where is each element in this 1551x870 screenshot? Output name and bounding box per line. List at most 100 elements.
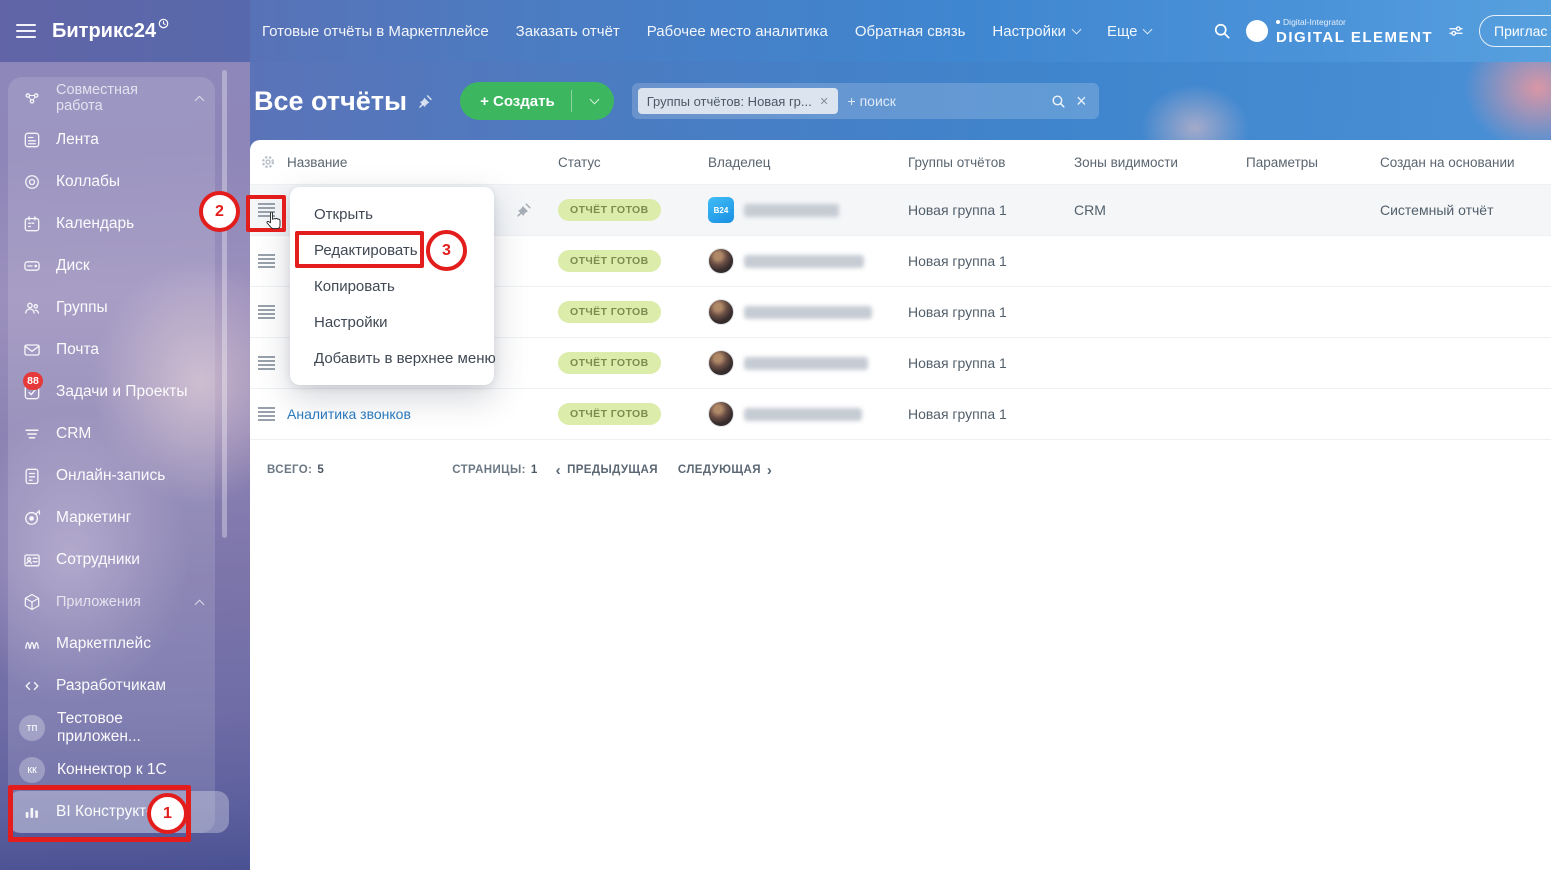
topbar-right: Digital-Integrator DIGITAL ELEMENT Пригл…	[1212, 15, 1551, 47]
status-badge: ОТЧЁТ ГОТОВ	[558, 250, 661, 272]
context-menu-copy[interactable]: Копировать	[290, 268, 494, 304]
annotation-step3: 3	[426, 230, 467, 271]
avatar	[708, 299, 734, 325]
sidebar-item-tasks[interactable]: 88 Задачи и Проекты	[8, 371, 215, 413]
row-menu-handle-icon[interactable]	[258, 407, 275, 421]
sidebar-item-crm[interactable]: CRM	[8, 413, 215, 455]
marketing-icon	[20, 506, 44, 530]
filter-search-bar[interactable]: Группы отчётов: Новая гр... × + поиск ×	[632, 83, 1099, 119]
page-title: Все отчёты	[254, 86, 434, 117]
tasks-badge: 88	[23, 372, 43, 390]
report-group: Новая группа 1	[908, 202, 1074, 218]
sidebar: Совместная работа Лента Коллабы Календар…	[0, 62, 250, 870]
crm-icon	[20, 422, 44, 446]
sidebar-item-label: Маркетинг	[56, 509, 131, 527]
report-link[interactable]: Аналитика звонков	[287, 406, 411, 422]
sidebar-section-label: Совместная работа	[56, 82, 184, 114]
mail-icon	[20, 338, 44, 362]
filter-search-icon[interactable]	[1050, 93, 1067, 110]
sidebar-section-collaboration[interactable]: Совместная работа	[8, 77, 215, 119]
report-visibility: CRM	[1074, 202, 1246, 218]
sidebar-item-label: Почта	[56, 341, 99, 359]
pages-label: СТРАНИЦЫ:	[452, 464, 526, 476]
status-badge: ОТЧЁТ ГОТОВ	[558, 403, 661, 425]
hand-cursor-icon	[265, 212, 282, 231]
nav-feedback[interactable]: Обратная связь	[855, 23, 966, 40]
table-row[interactable]: Аналитика звонков ОТЧЁТ ГОТОВ Новая груп…	[250, 388, 1551, 440]
chevron-down-icon	[589, 95, 599, 105]
blurred-owner-name	[744, 408, 862, 421]
col-owner: Владелец	[708, 155, 908, 170]
report-group: Новая группа 1	[908, 253, 1074, 269]
bitrix24-avatar-icon: B24	[708, 197, 734, 223]
row-menu-handle-icon[interactable]	[258, 254, 275, 268]
search-placeholder: + поиск	[848, 93, 1041, 109]
create-dropdown-toggle[interactable]	[572, 99, 614, 103]
sidebar-section-apps[interactable]: Приложения	[8, 581, 215, 623]
bitrix24-app: Битрикс24 Готовые отчёты в Маркетплейсе …	[0, 0, 1551, 870]
sidebar-item-marketing[interactable]: Маркетинг	[8, 497, 215, 539]
sidebar-item-collabs[interactable]: Коллабы	[8, 161, 215, 203]
sidebar-panel: Совместная работа Лента Коллабы Календар…	[8, 77, 215, 833]
col-group: Группы отчётов	[908, 155, 1074, 170]
context-menu-settings[interactable]: Настройки	[290, 304, 494, 340]
sidebar-item-label: Коннектор к 1С	[57, 761, 167, 779]
prev-page-button[interactable]: ‹ ПРЕДЫДУЩАЯ	[556, 462, 658, 479]
col-params: Параметры	[1246, 155, 1380, 170]
topbar: Битрикс24 Готовые отчёты в Маркетплейсе …	[0, 0, 1551, 62]
sidebar-item-employees[interactable]: Сотрудники	[8, 539, 215, 581]
filter-chip[interactable]: Группы отчётов: Новая гр... ×	[638, 88, 838, 114]
sliders-icon[interactable]	[1447, 22, 1465, 40]
sidebar-item-feed[interactable]: Лента	[8, 119, 215, 161]
sidebar-item-online-booking[interactable]: Онлайн-запись	[8, 455, 215, 497]
employees-icon	[20, 548, 44, 572]
collaboration-icon	[20, 86, 44, 110]
gear-icon[interactable]	[259, 153, 277, 171]
col-based-on: Создан на основании	[1380, 155, 1551, 170]
sidebar-item-label: Группы	[56, 299, 108, 317]
sidebar-item-label: Разработчикам	[56, 677, 166, 695]
sidebar-item-developers[interactable]: Разработчикам	[8, 665, 215, 707]
row-menu-handle-icon[interactable]	[258, 305, 275, 319]
nav-analyst-workspace[interactable]: Рабочее место аналитика	[647, 23, 828, 40]
menu-toggle-icon[interactable]	[16, 24, 36, 38]
context-menu-add-to-top-menu[interactable]: Добавить в верхнее меню	[290, 340, 494, 376]
invite-button[interactable]: Приглас	[1479, 15, 1551, 47]
pin-icon[interactable]	[417, 93, 434, 110]
groups-icon	[20, 296, 44, 320]
chevron-up-icon	[195, 95, 205, 105]
clock-icon	[158, 18, 169, 29]
clear-search-icon[interactable]: ×	[1076, 92, 1087, 110]
search-icon[interactable]	[1212, 21, 1232, 41]
sidebar-item-marketplace[interactable]: Маркетплейс	[8, 623, 215, 665]
sidebar-item-groups[interactable]: Группы	[8, 287, 215, 329]
sidebar-item-mail[interactable]: Почта	[8, 329, 215, 371]
total-count: 5	[317, 464, 324, 476]
feed-icon	[20, 128, 44, 152]
remove-filter-icon[interactable]: ×	[820, 94, 829, 109]
total-label: ВСЕГО:	[267, 464, 312, 476]
create-button[interactable]: + Создать	[460, 82, 614, 120]
avatar	[708, 248, 734, 274]
sidebar-scrollbar[interactable]	[222, 70, 227, 538]
nav-more[interactable]: Еще	[1107, 23, 1152, 40]
nav-marketplace-reports[interactable]: Готовые отчёты в Маркетплейсе	[262, 23, 489, 40]
nav-settings[interactable]: Настройки	[992, 23, 1080, 40]
sidebar-item-label: Задачи и Проекты	[56, 383, 188, 401]
blurred-owner-name	[744, 306, 872, 319]
pin-icon[interactable]	[515, 201, 533, 219]
sidebar-item-label: Календарь	[56, 215, 134, 233]
nav-order-report[interactable]: Заказать отчёт	[516, 23, 620, 40]
sidebar-item-calendar[interactable]: Календарь	[8, 203, 215, 245]
sidebar-item-test-app[interactable]: тп Тестовое приложен...	[8, 707, 215, 749]
sidebar-item-disk[interactable]: Диск	[8, 245, 215, 287]
calendar-icon	[20, 212, 44, 236]
status-badge: ОТЧЁТ ГОТОВ	[558, 352, 661, 374]
collabs-icon	[20, 170, 44, 194]
chevron-down-icon	[1143, 25, 1153, 35]
app-logo[interactable]: Битрикс24	[52, 20, 169, 43]
row-menu-handle-icon[interactable]	[258, 356, 275, 370]
filter-chip-label: Группы отчётов: Новая гр...	[647, 94, 812, 109]
next-page-button[interactable]: СЛЕДУЮЩАЯ ›	[678, 462, 772, 479]
context-menu-open[interactable]: Открыть	[290, 196, 494, 232]
